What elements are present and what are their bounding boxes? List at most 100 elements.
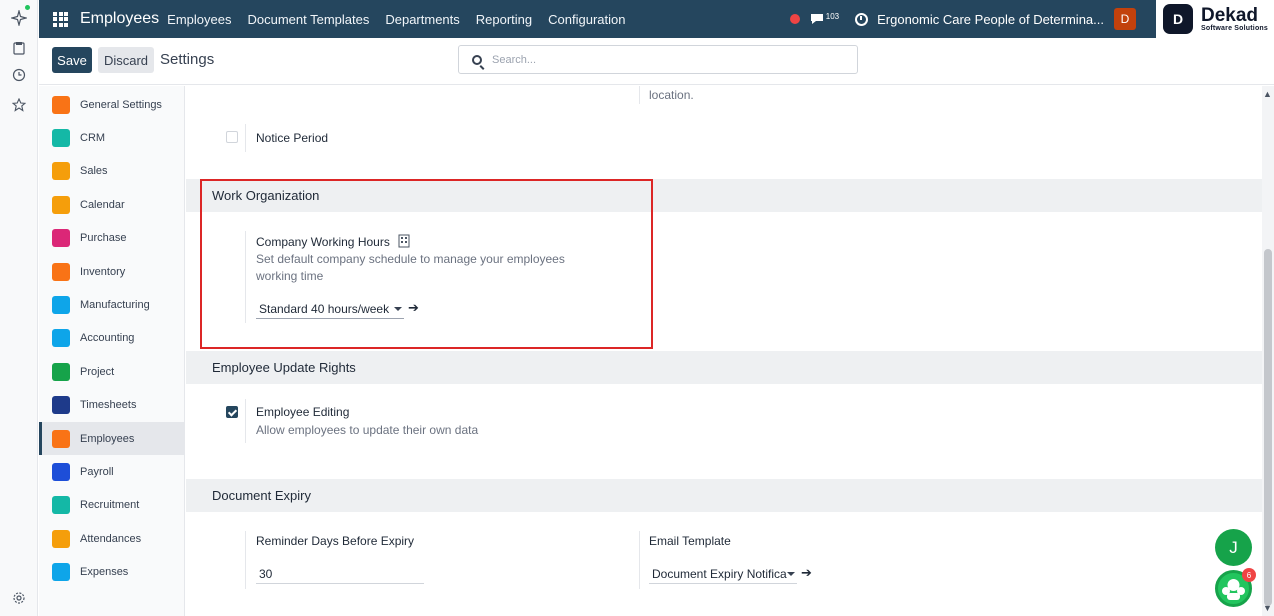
sidebar-item-label: Manufacturing bbox=[80, 298, 150, 311]
scroll-up-icon[interactable]: ▲ bbox=[1263, 89, 1272, 99]
company-working-hours-label: Company Working Hours bbox=[256, 234, 410, 249]
save-button[interactable]: Save bbox=[52, 47, 92, 73]
sidebar-item-employees[interactable]: Employees bbox=[39, 422, 185, 455]
messages-button[interactable]: 103 bbox=[809, 12, 839, 26]
discard-button[interactable]: Discard bbox=[98, 47, 154, 73]
email-template-label: Email Template bbox=[649, 534, 731, 548]
divider bbox=[245, 124, 246, 152]
divider bbox=[245, 399, 246, 443]
notice-period-checkbox[interactable] bbox=[226, 131, 238, 143]
expenses-icon bbox=[52, 563, 70, 582]
sidebar-item-manufacturing[interactable]: Manufacturing bbox=[39, 288, 185, 321]
section-employee-update-rights: Employee Update Rights bbox=[186, 351, 1262, 384]
chatbot-badge: 6 bbox=[1242, 568, 1256, 582]
working-hours-select[interactable]: Standard 40 hours/week bbox=[256, 299, 404, 319]
status-dot bbox=[25, 5, 30, 10]
divider bbox=[245, 531, 246, 589]
dekad-logo-tagline: Software Solutions bbox=[1201, 24, 1268, 32]
sidebar-item-label: Timesheets bbox=[80, 399, 137, 412]
attendances-icon bbox=[52, 529, 70, 548]
manufacturing-icon bbox=[52, 295, 70, 314]
location-text: location. bbox=[649, 88, 694, 102]
reminder-days-label: Reminder Days Before Expiry bbox=[256, 534, 415, 548]
dekad-logo-mark: D bbox=[1163, 4, 1193, 34]
sidebar-item-general-settings[interactable]: General Settings bbox=[39, 88, 185, 121]
page-title: Settings bbox=[160, 51, 215, 68]
menu-item-employees[interactable]: Employees bbox=[167, 12, 231, 27]
sidebar-item-timesheets[interactable]: Timesheets bbox=[39, 389, 185, 422]
recording-indicator-icon[interactable] bbox=[789, 14, 800, 24]
activity-clock-icon[interactable] bbox=[855, 12, 869, 26]
section-work-organization: Work Organization bbox=[186, 179, 1262, 212]
user-avatar[interactable]: D bbox=[1114, 8, 1136, 30]
reminder-days-input[interactable]: 30 bbox=[256, 564, 424, 584]
sidebar-item-inventory[interactable]: Inventory bbox=[39, 255, 185, 288]
general-settings-icon bbox=[52, 95, 70, 114]
scroll-down-icon[interactable]: ▼ bbox=[1263, 603, 1272, 613]
sidebar-item-label: Expenses bbox=[80, 566, 129, 579]
settings-app-sidebar: General Settings CRM Sales Calendar Purchase… bbox=[39, 86, 185, 616]
timesheets-icon bbox=[52, 396, 70, 415]
sidebar-item-label: Recruitment bbox=[80, 499, 140, 512]
app-name[interactable]: Employees bbox=[80, 10, 159, 28]
menu-item-configuration[interactable]: Configuration bbox=[548, 12, 625, 27]
main-menu: Employees Document Templates Departments… bbox=[167, 12, 641, 27]
company-working-hours-desc-2: working time bbox=[256, 269, 324, 283]
sidebar-item-accounting[interactable]: Accounting bbox=[39, 322, 185, 355]
scroll-thumb[interactable] bbox=[1264, 249, 1272, 606]
content-scrollbar[interactable]: ▲ ▼ bbox=[1262, 86, 1274, 616]
inventory-icon bbox=[52, 262, 70, 281]
sidebar-item-label: Accounting bbox=[80, 332, 135, 345]
open-record-arrow-icon[interactable]: ➔ bbox=[408, 300, 419, 316]
sidebar-item-crm[interactable]: CRM bbox=[39, 121, 185, 154]
notice-period-label: Notice Period bbox=[256, 131, 329, 145]
chat-icon bbox=[810, 14, 823, 24]
sidebar-item-label: Calendar bbox=[80, 198, 125, 211]
dekad-logo: D Dekad Software Solutions bbox=[1156, 0, 1274, 38]
app-grid-icon[interactable] bbox=[53, 11, 68, 27]
sidebar-item-calendar[interactable]: Calendar bbox=[39, 188, 185, 221]
divider bbox=[639, 86, 640, 104]
crm-icon bbox=[52, 128, 70, 147]
user-chat-button[interactable]: J bbox=[1215, 529, 1252, 566]
menu-item-departments[interactable]: Departments bbox=[385, 12, 459, 27]
sidebar-item-label: General Settings bbox=[80, 98, 162, 111]
company-switcher[interactable]: Ergonomic Care People of Determina... bbox=[877, 12, 1104, 27]
star-icon[interactable] bbox=[9, 95, 29, 115]
top-navbar: Employees Employees Document Templates D… bbox=[39, 0, 1274, 38]
menu-item-reporting[interactable]: Reporting bbox=[476, 12, 532, 27]
email-template-select[interactable]: Document Expiry Notifica bbox=[649, 564, 797, 584]
working-hours-value: Standard 40 hours/week bbox=[259, 301, 390, 316]
history-icon[interactable] bbox=[9, 65, 29, 85]
sidebar-item-recruitment[interactable]: Recruitment bbox=[39, 489, 185, 522]
open-template-arrow-icon[interactable]: ➔ bbox=[801, 565, 812, 581]
sidebar-item-payroll[interactable]: Payroll bbox=[39, 455, 185, 488]
search-input[interactable]: Search... bbox=[458, 45, 858, 74]
sidebar-item-purchase[interactable]: Purchase bbox=[39, 222, 185, 255]
sidebar-item-label: Project bbox=[80, 365, 115, 378]
search-placeholder: Search... bbox=[492, 53, 537, 66]
settings-gear-icon[interactable] bbox=[9, 588, 29, 608]
sales-icon bbox=[52, 162, 70, 181]
payroll-icon bbox=[52, 462, 70, 481]
employee-editing-desc: Allow employees to update their own data bbox=[256, 423, 479, 437]
sparkle-icon[interactable] bbox=[9, 8, 29, 28]
employee-editing-checkbox[interactable] bbox=[226, 406, 238, 418]
sidebar-item-attendances[interactable]: Attendances bbox=[39, 522, 185, 555]
clipboard-icon[interactable] bbox=[9, 38, 29, 58]
sidebar-item-project[interactable]: Project bbox=[39, 355, 185, 388]
menu-item-document-templates[interactable]: Document Templates bbox=[247, 12, 369, 27]
email-template-value: Document Expiry Notifica bbox=[652, 566, 787, 581]
systray: 103 Ergonomic Care People of Determina..… bbox=[789, 0, 1274, 38]
sidebar-item-expenses[interactable]: Expenses bbox=[39, 556, 185, 589]
reminder-days-value: 30 bbox=[259, 566, 273, 581]
employee-editing-label: Employee Editing bbox=[256, 405, 350, 419]
control-panel: Save Discard Settings Search... bbox=[39, 38, 1274, 85]
sidebar-item-sales[interactable]: Sales bbox=[39, 155, 185, 188]
sidebar-item-label: Inventory bbox=[80, 265, 126, 278]
purchase-icon bbox=[52, 229, 70, 248]
divider bbox=[245, 231, 246, 323]
calendar-icon bbox=[52, 195, 70, 214]
section-document-expiry: Document Expiry bbox=[186, 479, 1262, 512]
sidebar-item-label: Attendances bbox=[80, 532, 142, 545]
